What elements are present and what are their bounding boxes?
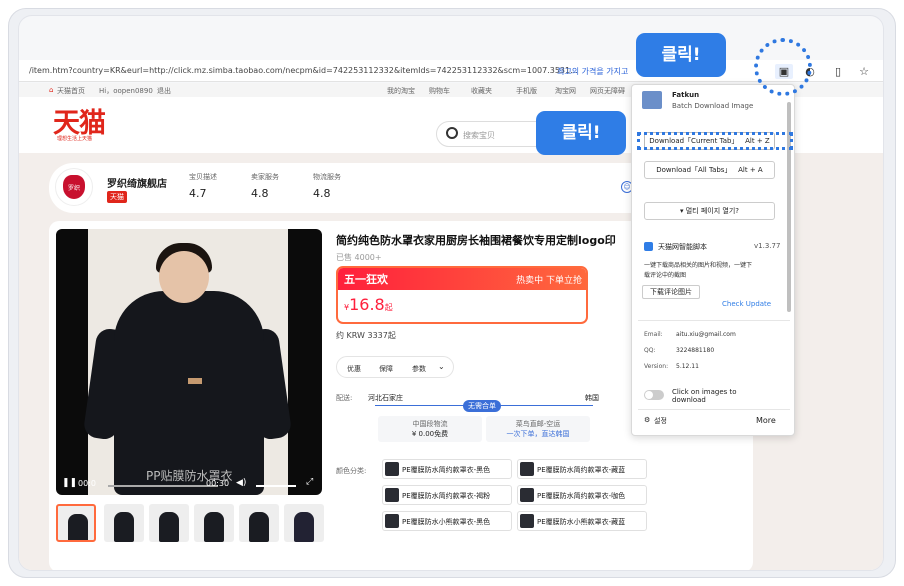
email-value: aitu.xiu@gmail.com — [676, 331, 736, 338]
search-icon — [446, 127, 458, 139]
pause-icon[interactable]: ❚❚ — [62, 478, 77, 488]
thumbnail[interactable] — [56, 504, 96, 542]
email-label: Email: — [644, 331, 663, 338]
search-placeholder: 搜索宝贝 — [463, 131, 495, 140]
click-images-toggle[interactable] — [644, 390, 664, 400]
split-view-icon[interactable]: ▯ — [829, 64, 847, 79]
stat-description: 宝贝描述 4.7 — [189, 173, 217, 200]
shop-logo[interactable]: 罗织 — [55, 168, 93, 206]
shop-logo-text: 罗织 — [68, 185, 81, 192]
click-images-label: Click on images to — [672, 388, 737, 396]
video-time-end: 00:30 — [206, 479, 230, 488]
promo-label: 五一狂欢 — [344, 273, 388, 286]
product-title: 简约纯色防水罩衣家用厨房长袖围裙餐饮专用定制logo印 — [336, 234, 616, 247]
pill-guarantee[interactable]: 保障 — [379, 364, 393, 374]
qq-value: 3224881180 — [676, 347, 715, 354]
china-logistics: 中国段物流 ¥ 0.00免费 — [378, 416, 482, 442]
color-option[interactable]: PE覆膜防水简约款罩衣-黑色 — [382, 459, 512, 479]
divider — [638, 320, 790, 321]
browser-window: /item.htm?country=KR&eurl=http://click.m… — [18, 15, 884, 571]
price-box: 五一狂欢 热卖中 下单立抢 ¥16.8起 — [336, 266, 588, 324]
color-option[interactable]: PE覆膜防水小熊款罩衣-藏蓝 — [517, 511, 647, 531]
chevron-down-icon[interactable]: ⌄ — [438, 362, 445, 371]
favorites-star-icon[interactable]: ☆ — [855, 64, 873, 79]
logout-link[interactable]: 退出 — [157, 86, 171, 96]
app-name: Fatkun — [672, 91, 700, 99]
highlight-extension-icon — [754, 38, 812, 96]
click-callout-left: 클릭! — [536, 111, 626, 155]
krw-price: 约 KRW 3337起 — [336, 331, 396, 340]
logo-tagline: 理想生活上天猫 — [57, 136, 93, 142]
ship-badge: 无需合单 — [463, 400, 501, 412]
download-all-tabs-button[interactable]: Download「All Tabs」 Alt + A — [644, 161, 775, 179]
url-text[interactable]: /item.htm?country=KR&eurl=http://click.m… — [29, 66, 578, 75]
color-option[interactable]: PE覆膜防水简约款罩衣-藏蓝 — [517, 459, 647, 479]
fullscreen-icon[interactable]: ⤢ — [306, 477, 313, 487]
ship-from: 河北石家庄 — [368, 394, 403, 402]
multi-page-button[interactable]: ▾ 멀티 페이지 열기? — [644, 202, 775, 220]
thumbnail-strip — [56, 504, 336, 544]
more-link[interactable]: More — [756, 416, 776, 425]
promo-right: 热卖中 下单立抢 — [516, 276, 582, 286]
version-label: Version: — [644, 363, 669, 370]
service-pills: 优惠 保障 参数 ⌄ — [336, 356, 454, 378]
progress-track[interactable] — [108, 485, 218, 487]
tmall-script-label: 天猫网智能脚本 — [658, 243, 707, 251]
color-label: 颜色分类: — [336, 467, 367, 475]
direct-mail[interactable]: 菜鸟直邮-空运 一次下单，直达韩国 — [486, 416, 590, 442]
translate-hint[interactable]: 최고의 가격을 가지고 — [557, 66, 628, 77]
volume-icon[interactable]: ◀) — [236, 478, 246, 488]
video-time-start: 00:0 — [78, 479, 96, 488]
script-description: 一键下载商品相关的图片和视频，一键下 — [644, 262, 753, 269]
fatkun-logo-icon — [642, 91, 662, 109]
video-controls: ❚❚ 00:0 00:30 ◀) ⤢ — [56, 475, 322, 495]
sitemap-link[interactable]: 网页无障碍 — [590, 86, 625, 96]
thumbnail[interactable] — [284, 504, 324, 542]
script-version: v1.3.77 — [754, 242, 781, 250]
highlight-current-tab — [637, 132, 793, 150]
my-taobao-link[interactable]: 我的淘宝 — [387, 86, 415, 96]
home-link[interactable]: 天猫首页 — [57, 86, 85, 96]
thumbnail[interactable] — [104, 504, 144, 542]
script-checkbox[interactable] — [644, 242, 653, 251]
thumbnail[interactable] — [239, 504, 279, 542]
shop-bar: 罗织 罗织绮旗舰店 天猫 宝贝描述 4.7 卖家服务 4.8 物流服务 4.8 ☺ — [49, 163, 689, 213]
qq-label: QQ: — [644, 347, 656, 354]
pill-params[interactable]: 参数 — [412, 364, 426, 374]
tmall-badge: 天猫 — [107, 191, 127, 203]
app-subtitle: Batch Download Image — [672, 102, 754, 110]
taobao-link[interactable]: 淘宝网 — [555, 86, 576, 96]
color-option[interactable]: PE覆膜防水简约款罩衣-咖色 — [517, 485, 647, 505]
price: ¥16.8起 — [344, 295, 393, 314]
download-comments-button[interactable]: 下载评论图片 — [642, 285, 700, 299]
product-video[interactable]: PP贴膜防水罩衣 ❚❚ 00:0 00:30 ◀) ⤢ — [56, 229, 322, 495]
model-image — [114, 291, 264, 495]
settings-link[interactable]: 설정 — [654, 416, 667, 426]
greeting: Hi，oopen0890 — [99, 87, 153, 95]
favorites-link[interactable]: 收藏夹 — [471, 86, 492, 96]
home-icon[interactable]: ⌂ — [49, 86, 53, 94]
script-description-2: 载评论中的截图 — [644, 272, 687, 279]
version-value: 5.12.11 — [676, 363, 699, 370]
click-callout-top: 클릭! — [636, 33, 726, 77]
thumbnail[interactable] — [194, 504, 234, 542]
color-option[interactable]: PE覆膜防水小熊款罩衣-黑色 — [382, 511, 512, 531]
stat-service: 卖家服务 4.8 — [251, 173, 279, 200]
click-images-label-2: download — [672, 396, 706, 404]
ship-to: 韩国 — [585, 394, 599, 402]
sold-count: 已售 4000+ — [336, 253, 382, 262]
shipping-label: 配送: — [336, 394, 353, 402]
shop-name[interactable]: 罗织绮旗舰店 — [107, 175, 167, 190]
divider — [638, 409, 790, 410]
settings-gear-icon[interactable]: ⚙ — [644, 416, 650, 424]
stat-logistics: 物流服务 4.8 — [313, 173, 341, 200]
thumbnail[interactable] — [149, 504, 189, 542]
pill-discount[interactable]: 优惠 — [347, 364, 361, 374]
mobile-link[interactable]: 手机版 — [516, 86, 537, 96]
cart-link[interactable]: 购物车 — [429, 86, 450, 96]
volume-slider[interactable] — [256, 485, 296, 487]
color-option[interactable]: PE覆膜防水简约款罩衣-褐粉 — [382, 485, 512, 505]
check-update-link[interactable]: Check Update — [722, 300, 771, 308]
